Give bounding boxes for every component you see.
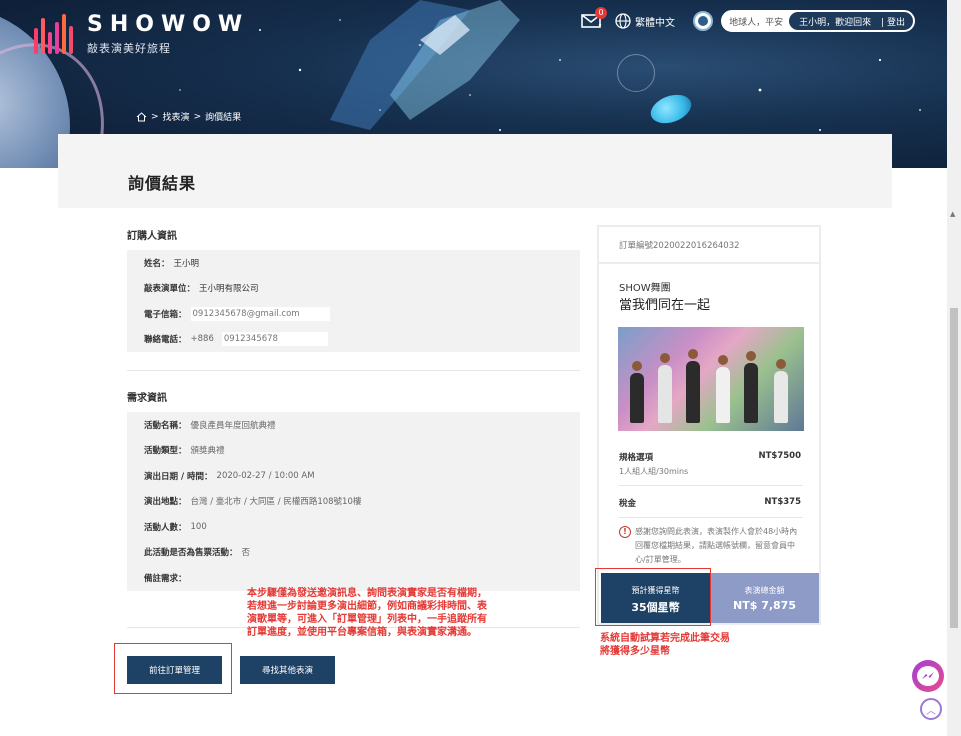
row-label: 電子信箱： [144,309,187,320]
home-icon[interactable] [136,111,147,122]
row-label: 姓名： [144,258,170,269]
demand-info-title: 需求資訊 [127,393,167,404]
card-divider [619,485,803,486]
info-row-unit: 敲表演單位： 王小明有限公司 [127,275,580,301]
language-switch[interactable]: 繁體中文 [615,13,675,29]
total-value: NT$ 7,875 [733,599,796,612]
row-value: 王小明有限公司 [199,284,259,295]
row-value: 台灣 / 臺北市 / 大同區 / 民權西路108號10樓 [190,497,362,508]
section-divider [127,370,580,371]
logo-name: SHOWOW [87,12,250,37]
info-row-phone: 聯絡電話： +886 0912345678 [127,326,580,352]
breadcrumb-sep: > [151,111,159,122]
breadcrumb-item-current: 詢價結果 [205,113,242,123]
row-label: 演出地點： [144,497,187,508]
phone-prefix: +886 [190,334,214,345]
buyer-info-title: 訂購人資訊 [127,231,177,242]
show-name[interactable]: 當我們同在一起 [619,294,710,313]
annotation-line: 系統自動試算若完成此筆交易 [600,633,730,644]
row-label: 活動類型： [144,446,187,457]
total-label: 表演總金額 [744,586,785,595]
info-row-email: 電子信箱： 0912345678@gmail.com [127,301,580,327]
tax-value: NT$375 [764,497,801,507]
spec-price: NT$7500 [758,451,801,461]
order-card: 訂單編號2020022016264032 SHOW舞團 當我們同在一起 規格選項… [597,225,821,625]
info-row-name: 姓名： 王小明 [127,250,580,276]
annotation-line: 演歌單等，可進入「訂單管理」列表中，一手追蹤所有 [247,614,487,625]
total-box: 表演總金額 NT$ 7,875 [710,573,819,623]
back-to-top-icon[interactable]: ︿ [920,698,942,720]
avatar[interactable] [693,11,714,31]
globe-icon [615,13,631,29]
row-label: 此活動是否為售票活動： [144,548,238,559]
info-row-location: 演出地點： 台灣 / 臺北市 / 大同區 / 民權西路108號10樓 [127,488,580,514]
info-row-attendees: 活動人數： 100 [127,514,580,540]
user-pill: 地球人，平安 王小明，歡迎回來 | 登出 [721,10,915,32]
row-value: 王小明 [173,258,200,269]
scroll-thumb[interactable] [950,308,958,628]
warning-icon: ! [619,526,631,538]
row-label: 活動人數： [144,522,187,533]
breadcrumb-sep: > [193,111,202,122]
language-label: 繁體中文 [635,17,676,29]
email-field: 0912345678@gmail.com [190,306,330,321]
scroll-up-icon[interactable]: ▲ [950,210,955,218]
tax-label: 稅金 [619,499,637,509]
notice: ! 感謝您詢問此表演，表演製作人會於48小時內回覆您檔期結果，請點選帳號欄，留意… [619,525,805,567]
annotation-line: 訂單進度，並使用平台專案信箱，與表演實家溝通。 [247,627,477,638]
orbit-decoration [617,54,655,92]
phone-field: 0912345678 [221,332,328,347]
annotation-line: 將獲得多少星幣 [600,646,670,657]
demand-info-block: 活動名稱： 優良產員年度回航典禮 活動類型： 頒獎典禮 演出日期 / 時間： 2… [127,412,580,591]
highlight-stars-box [595,568,711,626]
buyer-info-block: 姓名： 王小明 敲表演單位： 王小明有限公司 電子信箱： 0912345678@… [127,250,580,352]
logo-tagline: 敲表演美好旅程 [87,42,171,55]
row-label: 備註需求： [144,573,187,584]
annotation-line: 若想進一步討論更多演出細節，例如商議彩排時間、表 [247,601,487,612]
site-logo[interactable]: SHOWOW 敲表演美好旅程 [34,12,249,56]
info-row-ticketed: 此活動是否為售票活動： 否 [127,539,580,565]
page: SHOWOW 敲表演美好旅程 0 繁體中文 地球人，平安 王小明，歡迎回來 | … [0,0,961,736]
notice-text: 感謝您詢問此表演，表演製作人會於48小時內回覆您檔期結果，請點選帳號欄，留意會員… [635,527,798,564]
find-other-shows-button[interactable]: 尋找其他表演 [240,656,335,684]
row-label: 活動名稱： [144,420,187,431]
breadcrumb-item-find[interactable]: 找表演 [163,110,190,123]
info-row-event-type: 活動類型： 頒獎典禮 [127,437,580,463]
row-value: 頒獎典禮 [190,446,225,457]
mail-badge: 0 [595,7,608,19]
breadcrumb: > 找表演 > 詢價結果 [136,110,241,123]
row-value: 2020-02-27 / 10:00 AM [216,470,315,481]
messenger-icon[interactable] [912,660,944,692]
spec-description: 1人組人組/30mins [619,467,689,476]
card-divider [619,517,803,518]
troupe-name[interactable]: SHOW舞團 [619,279,671,294]
page-title: 詢價結果 [128,174,197,193]
info-row-datetime: 演出日期 / 時間： 2020-02-27 / 10:00 AM [127,463,580,489]
info-row-event-name: 活動名稱： 優良產員年度回航典禮 [127,412,580,438]
row-value: 否 [241,548,251,559]
card-divider [599,262,819,264]
logout-link[interactable]: | 登出 [877,12,913,30]
welcome-link[interactable]: 王小明，歡迎回來 [789,12,878,30]
top-nav: 0 繁體中文 地球人，平安 王小明，歡迎回來 | 登出 [581,7,915,32]
scrollbar[interactable]: ▲ [947,0,961,736]
greeting-text: 地球人，平安 [729,17,784,28]
spec-label: 規格選項 [619,453,654,463]
row-value: 100 [190,521,207,532]
annotation-line: 本步驟僅為發送邀演訊息、詢問表演實家是否有檔期， [247,588,487,599]
mail-icon[interactable]: 0 [581,7,608,29]
row-label: 聯絡電話： [144,335,187,346]
row-value: 優良產員年度回航典禮 [190,420,276,431]
order-number: 訂單編號2020022016264032 [619,241,740,251]
annotation-step-note: 本步驟僅為發送邀演訊息、詢問表演實家是否有檔期， 若想進一步討論更多演出細節，例… [247,587,487,639]
highlight-orders-button [114,643,232,694]
show-image[interactable] [618,327,804,431]
annotation-stars-note: 系統自動試算若完成此筆交易 將獲得多少星幣 [600,632,730,658]
logo-bars-icon [34,14,73,54]
row-label: 演出日期 / 時間： [144,471,213,482]
row-label: 敲表演單位： [144,284,196,295]
